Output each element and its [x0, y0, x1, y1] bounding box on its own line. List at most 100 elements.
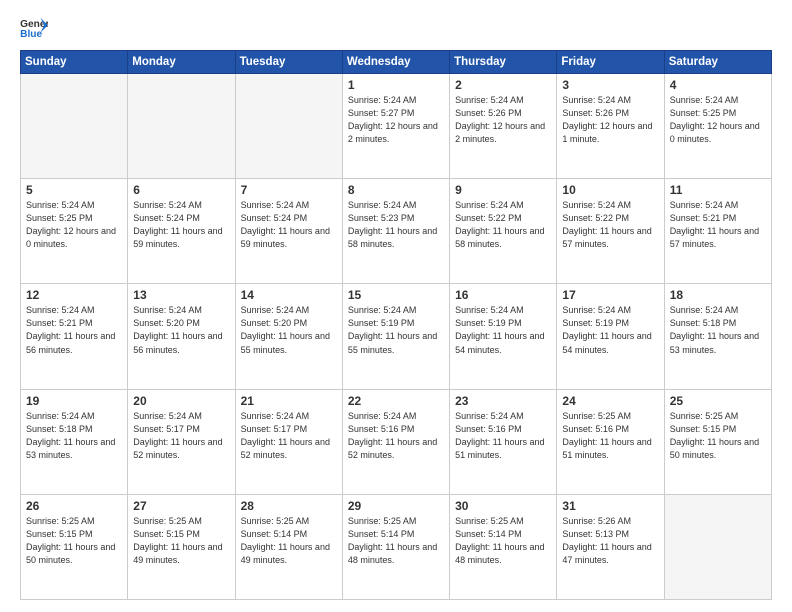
- day-number: 1: [348, 78, 444, 92]
- day-number: 30: [455, 499, 551, 513]
- week-row-5: 26Sunrise: 5:25 AMSunset: 5:15 PMDayligh…: [21, 494, 772, 599]
- calendar-cell: 5 Sunrise: 5:24 AMSunset: 5:25 PMDaylight…: [21, 179, 128, 284]
- calendar-header-row: SundayMondayTuesdayWednesdayThursdayFrid…: [21, 51, 772, 74]
- day-number: 4: [670, 78, 766, 92]
- cell-info: Sunrise: 5:24 AMSunset: 5:25 PMDaylight:…: [26, 199, 122, 251]
- day-number: 21: [241, 394, 337, 408]
- col-header-tuesday: Tuesday: [235, 51, 342, 74]
- day-number: 7: [241, 183, 337, 197]
- page: General Blue SundayMondayTuesdayWednesda…: [0, 0, 792, 612]
- calendar-cell: 15Sunrise: 5:24 AMSunset: 5:19 PMDayligh…: [342, 284, 449, 389]
- calendar-cell: 9 Sunrise: 5:24 AMSunset: 5:22 PMDaylight…: [450, 179, 557, 284]
- cell-info: Sunrise: 5:25 AMSunset: 5:16 PMDaylight:…: [562, 410, 658, 462]
- calendar-cell: 13 Sunrise: 5:24 AMSunset: 5:20 PMDayligh…: [128, 284, 235, 389]
- calendar-cell: 6 Sunrise: 5:24 AMSunset: 5:24 PMDaylight…: [128, 179, 235, 284]
- cell-info: Sunrise: 5:24 AMSunset: 5:16 PMDaylight:…: [348, 410, 444, 462]
- logo-icon: General Blue: [20, 16, 48, 40]
- day-number: 28: [241, 499, 337, 513]
- cell-info: Sunrise: 5:24 AMSunset: 5:22 PMDaylight:…: [455, 199, 551, 251]
- cell-info: Sunrise: 5:25 AMSunset: 5:15 PMDaylight:…: [26, 515, 122, 567]
- cell-info: Sunrise: 5:26 AMSunset: 5:13 PMDaylight:…: [562, 515, 658, 567]
- day-number: 12: [26, 288, 122, 302]
- day-number: 31: [562, 499, 658, 513]
- calendar-cell: 24 Sunrise: 5:25 AMSunset: 5:16 PMDayligh…: [557, 389, 664, 494]
- week-row-4: 19Sunrise: 5:24 AMSunset: 5:18 PMDayligh…: [21, 389, 772, 494]
- calendar-cell: 21 Sunrise: 5:24 AMSunset: 5:17 PMDayligh…: [235, 389, 342, 494]
- cell-info: Sunrise: 5:24 AMSunset: 5:19 PMDaylight:…: [455, 304, 551, 356]
- calendar-cell: 30 Sunrise: 5:25 AMSunset: 5:14 PMDayligh…: [450, 494, 557, 599]
- calendar-cell: 16 Sunrise: 5:24 AMSunset: 5:19 PMDayligh…: [450, 284, 557, 389]
- col-header-monday: Monday: [128, 51, 235, 74]
- calendar-cell: [128, 74, 235, 179]
- calendar-cell: 26Sunrise: 5:25 AMSunset: 5:15 PMDayligh…: [21, 494, 128, 599]
- cell-info: Sunrise: 5:24 AMSunset: 5:20 PMDaylight:…: [241, 304, 337, 356]
- day-number: 22: [348, 394, 444, 408]
- calendar-cell: 4Sunrise: 5:24 AMSunset: 5:25 PMDaylight…: [664, 74, 771, 179]
- day-number: 16: [455, 288, 551, 302]
- day-number: 3: [562, 78, 658, 92]
- day-number: 29: [348, 499, 444, 513]
- calendar-cell: 1 Sunrise: 5:24 AMSunset: 5:27 PMDaylight…: [342, 74, 449, 179]
- day-number: 11: [670, 183, 766, 197]
- calendar-cell: 28 Sunrise: 5:25 AMSunset: 5:14 PMDayligh…: [235, 494, 342, 599]
- cell-info: Sunrise: 5:24 AMSunset: 5:26 PMDaylight:…: [562, 94, 658, 146]
- day-number: 2: [455, 78, 551, 92]
- calendar-cell: 7 Sunrise: 5:24 AMSunset: 5:24 PMDaylight…: [235, 179, 342, 284]
- cell-info: Sunrise: 5:24 AMSunset: 5:16 PMDaylight:…: [455, 410, 551, 462]
- day-number: 14: [241, 288, 337, 302]
- cell-info: Sunrise: 5:24 AMSunset: 5:20 PMDaylight:…: [133, 304, 229, 356]
- cell-info: Sunrise: 5:25 AMSunset: 5:14 PMDaylight:…: [455, 515, 551, 567]
- col-header-sunday: Sunday: [21, 51, 128, 74]
- day-number: 17: [562, 288, 658, 302]
- col-header-saturday: Saturday: [664, 51, 771, 74]
- cell-info: Sunrise: 5:24 AMSunset: 5:17 PMDaylight:…: [133, 410, 229, 462]
- col-header-thursday: Thursday: [450, 51, 557, 74]
- cell-info: Sunrise: 5:25 AMSunset: 5:15 PMDaylight:…: [133, 515, 229, 567]
- cell-info: Sunrise: 5:24 AMSunset: 5:27 PMDaylight:…: [348, 94, 444, 146]
- cell-info: Sunrise: 5:25 AMSunset: 5:14 PMDaylight:…: [348, 515, 444, 567]
- cell-info: Sunrise: 5:24 AMSunset: 5:23 PMDaylight:…: [348, 199, 444, 251]
- day-number: 15: [348, 288, 444, 302]
- day-number: 8: [348, 183, 444, 197]
- week-row-3: 12 Sunrise: 5:24 AMSunset: 5:21 PMDayligh…: [21, 284, 772, 389]
- calendar-cell: 10Sunrise: 5:24 AMSunset: 5:22 PMDayligh…: [557, 179, 664, 284]
- day-number: 19: [26, 394, 122, 408]
- cell-info: Sunrise: 5:24 AMSunset: 5:24 PMDaylight:…: [241, 199, 337, 251]
- cell-info: Sunrise: 5:24 AMSunset: 5:24 PMDaylight:…: [133, 199, 229, 251]
- day-number: 13: [133, 288, 229, 302]
- week-row-1: 1 Sunrise: 5:24 AMSunset: 5:27 PMDaylight…: [21, 74, 772, 179]
- cell-info: Sunrise: 5:25 AMSunset: 5:14 PMDaylight:…: [241, 515, 337, 567]
- day-number: 18: [670, 288, 766, 302]
- calendar-cell: [21, 74, 128, 179]
- cell-info: Sunrise: 5:24 AMSunset: 5:19 PMDaylight:…: [562, 304, 658, 356]
- calendar-cell: 22 Sunrise: 5:24 AMSunset: 5:16 PMDayligh…: [342, 389, 449, 494]
- calendar-cell: 25Sunrise: 5:25 AMSunset: 5:15 PMDayligh…: [664, 389, 771, 494]
- calendar-cell: 11 Sunrise: 5:24 AMSunset: 5:21 PMDayligh…: [664, 179, 771, 284]
- calendar-cell: 17 Sunrise: 5:24 AMSunset: 5:19 PMDayligh…: [557, 284, 664, 389]
- calendar-cell: 20Sunrise: 5:24 AMSunset: 5:17 PMDayligh…: [128, 389, 235, 494]
- day-number: 6: [133, 183, 229, 197]
- calendar-cell: 14 Sunrise: 5:24 AMSunset: 5:20 PMDayligh…: [235, 284, 342, 389]
- day-number: 24: [562, 394, 658, 408]
- calendar-cell: [235, 74, 342, 179]
- cell-info: Sunrise: 5:24 AMSunset: 5:17 PMDaylight:…: [241, 410, 337, 462]
- day-number: 9: [455, 183, 551, 197]
- calendar-cell: 19Sunrise: 5:24 AMSunset: 5:18 PMDayligh…: [21, 389, 128, 494]
- cell-info: Sunrise: 5:24 AMSunset: 5:21 PMDaylight:…: [26, 304, 122, 356]
- calendar-cell: [664, 494, 771, 599]
- header: General Blue: [20, 16, 772, 40]
- calendar-cell: 8 Sunrise: 5:24 AMSunset: 5:23 PMDaylight…: [342, 179, 449, 284]
- logo: General Blue: [20, 16, 48, 40]
- calendar-cell: 27Sunrise: 5:25 AMSunset: 5:15 PMDayligh…: [128, 494, 235, 599]
- cell-info: Sunrise: 5:24 AMSunset: 5:21 PMDaylight:…: [670, 199, 766, 251]
- calendar-cell: 18Sunrise: 5:24 AMSunset: 5:18 PMDayligh…: [664, 284, 771, 389]
- day-number: 23: [455, 394, 551, 408]
- week-row-2: 5 Sunrise: 5:24 AMSunset: 5:25 PMDaylight…: [21, 179, 772, 284]
- cell-info: Sunrise: 5:24 AMSunset: 5:26 PMDaylight:…: [455, 94, 551, 146]
- calendar-cell: 31 Sunrise: 5:26 AMSunset: 5:13 PMDayligh…: [557, 494, 664, 599]
- day-number: 5: [26, 183, 122, 197]
- calendar-cell: 3 Sunrise: 5:24 AMSunset: 5:26 PMDaylight…: [557, 74, 664, 179]
- col-header-friday: Friday: [557, 51, 664, 74]
- calendar-cell: 23 Sunrise: 5:24 AMSunset: 5:16 PMDayligh…: [450, 389, 557, 494]
- svg-text:Blue: Blue: [20, 29, 42, 40]
